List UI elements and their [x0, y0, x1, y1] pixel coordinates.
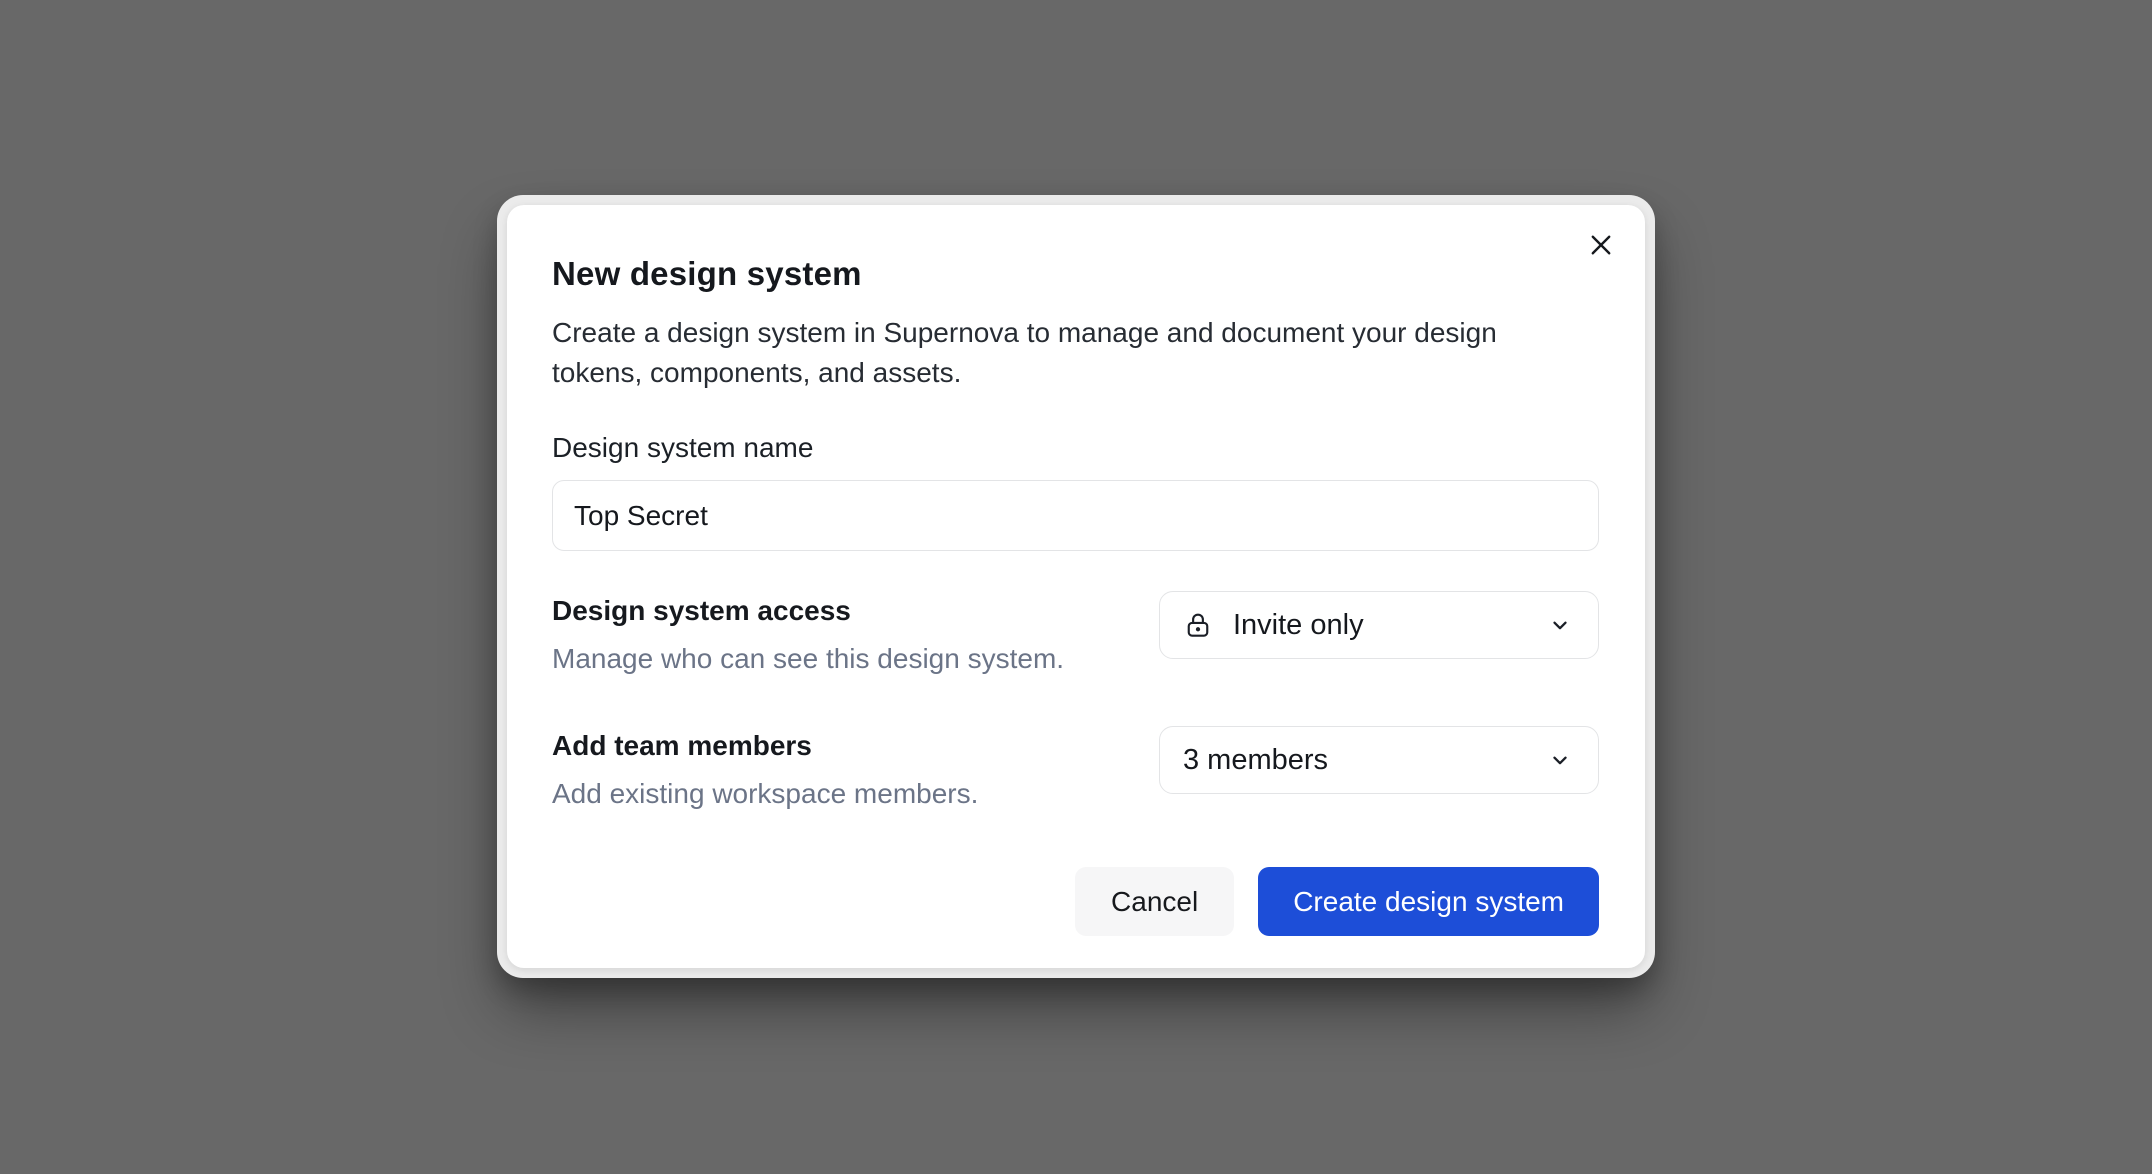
design-system-name-input[interactable]	[552, 480, 1599, 551]
close-icon	[1584, 228, 1618, 262]
dialog-title: New design system	[552, 255, 1599, 293]
cancel-button[interactable]: Cancel	[1075, 867, 1234, 936]
members-field-text: Add team members Add existing workspace …	[552, 726, 978, 811]
chevron-down-icon	[1548, 748, 1572, 772]
access-field-text: Design system access Manage who can see …	[552, 591, 1064, 676]
chevron-down-icon	[1548, 613, 1572, 637]
dialog-footer: Cancel Create design system	[552, 867, 1599, 936]
lock-icon	[1183, 610, 1213, 640]
access-select[interactable]: Invite only	[1159, 591, 1599, 659]
access-field-label: Design system access	[552, 594, 1064, 628]
members-field-row: Add team members Add existing workspace …	[552, 726, 1599, 811]
members-select-value: 3 members	[1183, 744, 1328, 777]
members-select[interactable]: 3 members	[1159, 726, 1599, 794]
new-design-system-dialog: New design system Create a design system…	[507, 205, 1645, 968]
access-field-row: Design system access Manage who can see …	[552, 591, 1599, 676]
dialog-description: Create a design system in Supernova to m…	[552, 313, 1564, 393]
modal-frame: New design system Create a design system…	[497, 195, 1655, 978]
close-button[interactable]	[1579, 223, 1623, 267]
access-field-help: Manage who can see this design system.	[552, 642, 1064, 676]
name-field-label: Design system name	[552, 431, 1599, 465]
members-field-label: Add team members	[552, 729, 978, 763]
create-design-system-button[interactable]: Create design system	[1258, 867, 1599, 936]
members-field-help: Add existing workspace members.	[552, 777, 978, 811]
page-backdrop: { "window": { "backdrop_color": "#686868…	[0, 0, 2152, 1174]
access-select-value: Invite only	[1233, 609, 1364, 642]
